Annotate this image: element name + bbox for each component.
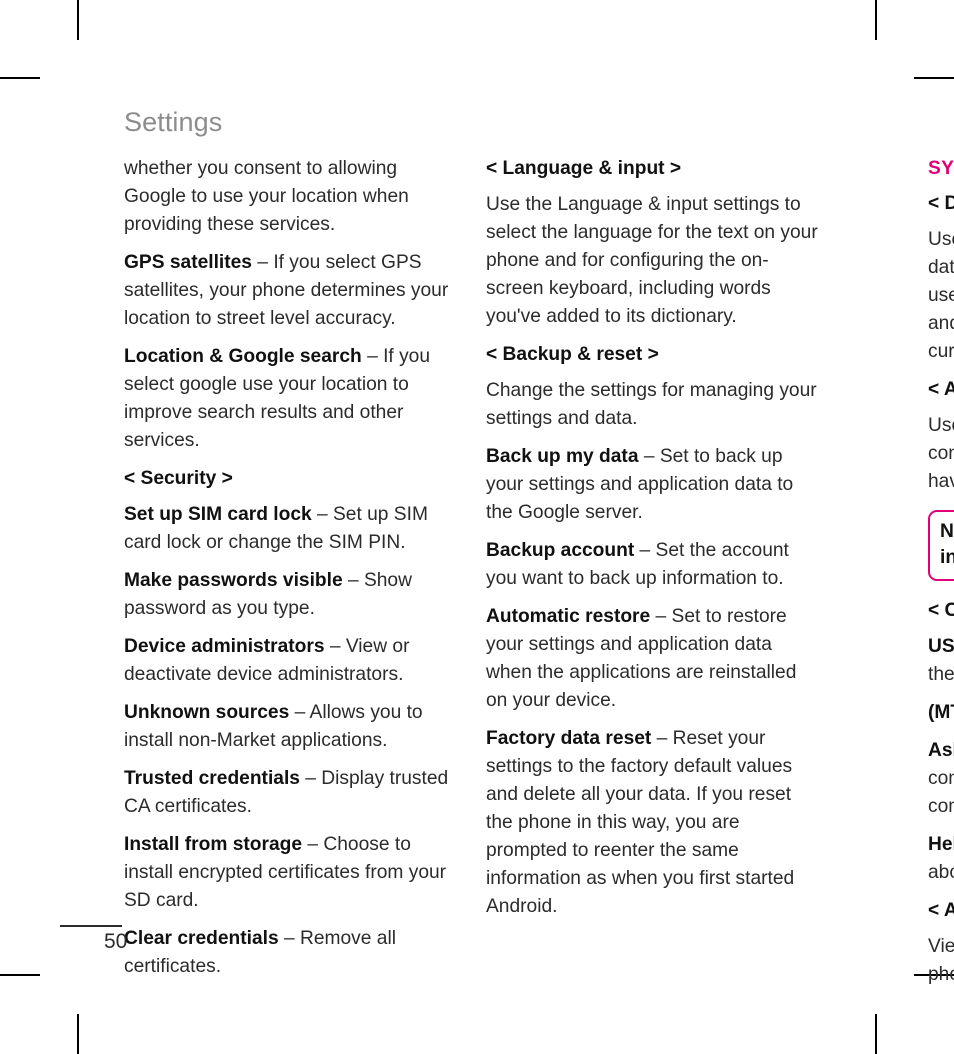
setting-term: Trusted credentials	[124, 768, 300, 789]
setting-description: – Reset your settings to the factory def…	[486, 728, 795, 917]
crop-mark-bottom-right-vertical	[875, 1014, 877, 1054]
setting-term: Clear credentials	[124, 928, 279, 949]
body-paragraph: Use the Date & time settings to set how …	[928, 229, 954, 362]
setting-entry: Help – Shows you help information about …	[928, 831, 954, 887]
section-heading: < Language & input >	[486, 158, 682, 179]
setting-term: GPS satellites	[124, 252, 252, 273]
setting-entry: Trusted credentials – Display trusted CA…	[124, 765, 460, 821]
setting-term: Automatic restore	[486, 606, 651, 627]
setting-term: Make passwords visible	[124, 570, 343, 591]
column-left: whether you consent to allowing Google t…	[124, 155, 460, 981]
body-paragraph: Use the Accessibility settings to config…	[928, 415, 954, 492]
setting-entry: Unknown sources – Allows you to install …	[124, 699, 460, 755]
setting-term: Back up my data	[486, 446, 639, 467]
column-right-clipped: SYSTEM < Date & time > Use the Date & time…	[928, 155, 954, 989]
crop-mark-bottom-left-horizontal	[0, 974, 40, 976]
footer-rule	[60, 925, 122, 927]
page-title: Settings	[124, 107, 223, 137]
crop-mark-top-left-horizontal	[0, 77, 40, 79]
section-heading: < Security >	[124, 468, 233, 489]
body-paragraph: Change the settings for managing your se…	[486, 380, 817, 429]
note-callout: NOTE: Requires additional plug-ins.	[928, 510, 954, 581]
manual-page: Settings whether you consent to allowing…	[0, 0, 954, 1054]
setting-term: Backup account	[486, 540, 635, 561]
section-heading: < Date & time >	[928, 193, 954, 214]
section-heading: < Connectivity >	[928, 600, 954, 621]
setting-entry: Factory data reset – Reset your settings…	[486, 725, 822, 921]
section-heading: < About phone >	[928, 900, 954, 921]
crop-mark-bottom-left-vertical	[77, 1014, 79, 1054]
setting-entry: Location & Google search – If you select…	[124, 343, 460, 455]
crop-mark-top-left-vertical	[77, 0, 79, 40]
body-paragraph: Use the Language & input settings to sel…	[486, 194, 818, 327]
setting-entry: Set up SIM card lock – Set up SIM card l…	[124, 501, 460, 557]
setting-term: USB connection type	[928, 636, 954, 657]
crop-mark-top-right-horizontal	[914, 77, 954, 79]
body-paragraph: View legal information and check phone s…	[928, 936, 954, 985]
page-number: 50	[104, 930, 128, 953]
setting-term: Factory data reset	[486, 728, 652, 749]
setting-entry: Automatic restore – Set to restore your …	[486, 603, 822, 715]
setting-entry: (MTP, PC software, Mass storage).	[928, 699, 954, 727]
setting-entry: Clear credentials – Remove all certifica…	[124, 925, 460, 981]
setting-term: Location & Google search	[124, 346, 362, 367]
body-paragraph: whether you consent to allowing Google t…	[124, 158, 409, 235]
major-section-heading: SYSTEM	[928, 158, 954, 179]
setting-entry: GPS satellites – If you select GPS satel…	[124, 249, 460, 333]
setting-entry: Back up my data – Set to back up your se…	[486, 443, 822, 527]
setting-entry: USB connection type – You can set the de…	[928, 633, 954, 689]
setting-entry: Backup account – Set the account you wan…	[486, 537, 822, 593]
setting-term: Device administrators	[124, 636, 325, 657]
setting-term: Unknown sources	[124, 702, 290, 723]
setting-entry: Ask on connection – Ask USB connection m…	[928, 737, 954, 821]
crop-mark-top-right-vertical	[875, 0, 877, 40]
setting-entry: Install from storage – Choose to install…	[124, 831, 460, 915]
section-heading: < Backup & reset >	[486, 344, 659, 365]
setting-entry: Device administrators – View or deactiva…	[124, 633, 460, 689]
section-heading: < Accessibility >	[928, 379, 954, 400]
setting-term: Ask on connection	[928, 740, 954, 761]
setting-term: Install from storage	[124, 834, 303, 855]
column-middle: < Language & input > Use the Language & i…	[486, 155, 822, 921]
setting-term: (MTP, PC software, Mass storage)	[928, 702, 954, 723]
setting-term: Help	[928, 834, 954, 855]
setting-entry: Make passwords visible – Show password a…	[124, 567, 460, 623]
setting-term: Set up SIM card lock	[124, 504, 312, 525]
